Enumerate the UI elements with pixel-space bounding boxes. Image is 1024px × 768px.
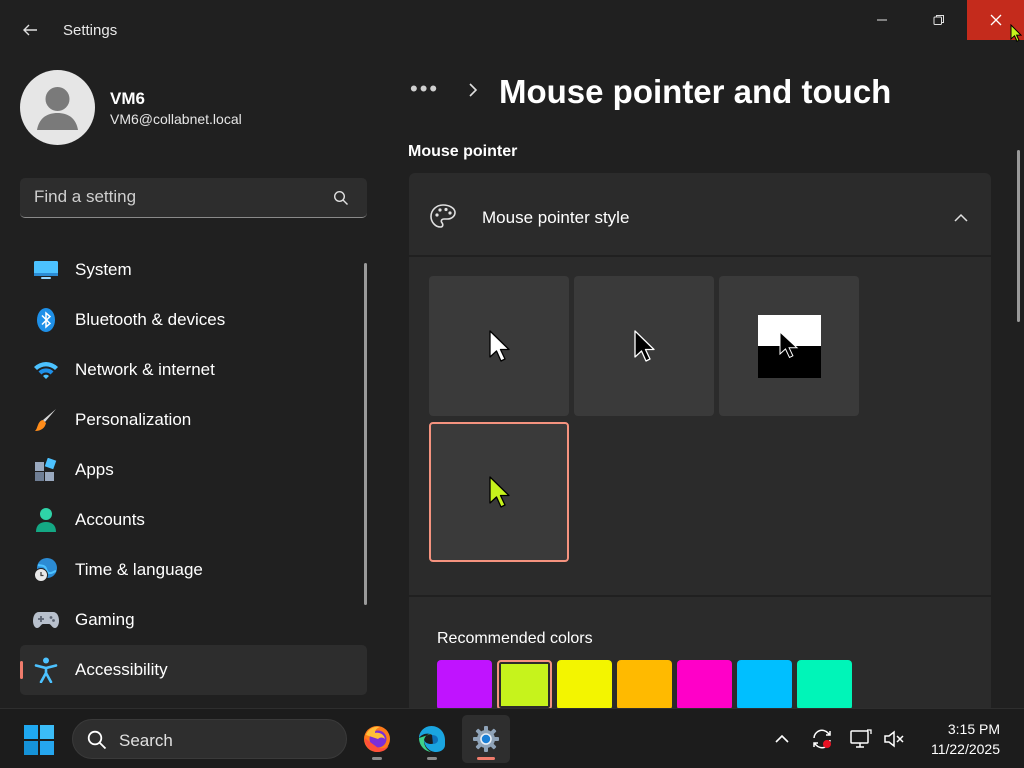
app-title: Settings	[63, 22, 118, 39]
search-icon	[87, 730, 107, 750]
breadcrumb-overflow-button[interactable]: •••	[410, 76, 439, 102]
black-pointer-icon	[634, 330, 655, 362]
taskbar-app-settings[interactable]	[462, 715, 510, 763]
color-swatch-teal[interactable]	[797, 660, 852, 708]
tray-sync[interactable]	[810, 727, 834, 751]
show-hidden-icons-button[interactable]	[770, 727, 794, 751]
sidebar-item-label: Accessibility	[75, 660, 168, 679]
collapse-button[interactable]	[946, 203, 976, 233]
mouse-cursor-icon	[1010, 24, 1022, 42]
sidebar-item-personalization[interactable]: Personalization	[20, 395, 367, 445]
custom-color-pointer-icon	[489, 476, 510, 508]
chevron-right-icon	[469, 83, 478, 97]
globe-clock-icon	[33, 557, 59, 583]
sidebar-item-time-language[interactable]: Time & language	[20, 545, 367, 595]
sidebar-item-label: Accounts	[75, 510, 145, 529]
minimize-icon	[876, 19, 887, 21]
volume-muted-icon	[884, 730, 904, 748]
sidebar-item-bluetooth[interactable]: Bluetooth & devices	[20, 295, 367, 345]
bluetooth-icon	[33, 307, 59, 333]
sidebar-scrollbar[interactable]	[364, 263, 367, 605]
apps-icon	[33, 457, 59, 483]
restore-icon	[933, 15, 944, 25]
pointer-style-custom[interactable]	[429, 422, 569, 562]
color-swatch-yellow[interactable]	[557, 660, 612, 708]
chevron-up-icon	[954, 213, 968, 222]
card-title: Mouse pointer style	[482, 208, 630, 227]
sidebar-item-label: Time & language	[75, 560, 203, 579]
taskbar-app-edge[interactable]	[408, 715, 456, 763]
sidebar-item-system[interactable]: System	[20, 245, 367, 295]
sidebar-item-label: Gaming	[75, 610, 135, 629]
mouse-pointer-style-card: Mouse pointer style Recommended colors	[409, 173, 991, 708]
color-swatch-purple[interactable]	[437, 660, 492, 708]
content-scrollbar[interactable]	[1017, 150, 1020, 322]
back-button[interactable]	[14, 14, 46, 46]
color-swatch-lime[interactable]	[497, 660, 552, 708]
accessibility-icon	[33, 657, 59, 683]
color-swatch-pink[interactable]	[677, 660, 732, 708]
search-icon[interactable]	[333, 190, 349, 206]
settings-window: Settings VM6 VM6@collabnet.local System	[0, 0, 1024, 708]
mouse-pointer-style-header[interactable]: Mouse pointer style	[409, 173, 991, 257]
recommended-colors-label: Recommended colors	[437, 630, 593, 647]
sidebar-item-gaming[interactable]: Gaming	[20, 595, 367, 645]
section-heading: Mouse pointer	[408, 143, 518, 160]
close-icon	[990, 14, 1001, 26]
sidebar-item-accounts[interactable]: Accounts	[20, 495, 367, 545]
edge-icon	[419, 726, 445, 752]
clock-date[interactable]: 11/22/2025	[915, 741, 1000, 757]
settings-icon	[473, 726, 499, 752]
sidebar-item-apps[interactable]: Apps	[20, 445, 367, 495]
color-swatch-orange[interactable]	[617, 660, 672, 708]
clock-time[interactable]: 3:15 PM	[930, 721, 1000, 737]
gamepad-icon	[33, 607, 59, 633]
white-pointer-icon	[489, 330, 510, 362]
start-button[interactable]	[24, 725, 54, 760]
minimize-button[interactable]	[853, 0, 910, 40]
wifi-icon	[33, 357, 59, 383]
pointer-style-black[interactable]	[574, 276, 714, 416]
chevron-up-icon	[775, 734, 789, 743]
tray-volume[interactable]	[882, 727, 906, 751]
firefox-icon	[364, 726, 390, 752]
taskbar-search-label: Search	[119, 731, 173, 750]
find-setting-search	[20, 178, 367, 218]
taskbar: Search 3:15 PM 11/22/2025	[0, 708, 1024, 768]
taskbar-search[interactable]: Search	[72, 719, 347, 759]
color-swatch-blue[interactable]	[737, 660, 792, 708]
sidebar-item-label: Apps	[75, 460, 114, 479]
sidebar-item-label: Network & internet	[75, 360, 215, 379]
windows-logo-icon	[24, 725, 54, 755]
pointer-style-inverted[interactable]	[719, 276, 859, 416]
sidebar-nav: System Bluetooth & devices Network & int…	[20, 245, 367, 695]
sidebar-item-label: Bluetooth & devices	[75, 310, 226, 329]
sidebar-item-label: Personalization	[75, 410, 192, 429]
user-name: VM6	[110, 89, 145, 108]
system-icon	[33, 257, 59, 283]
user-email: VM6@collabnet.local	[110, 111, 242, 127]
restore-button[interactable]	[910, 0, 967, 40]
taskbar-app-firefox[interactable]	[353, 715, 401, 763]
accounts-icon	[33, 507, 59, 533]
sync-icon	[813, 729, 831, 749]
network-icon	[850, 729, 872, 748]
card-divider	[409, 595, 991, 597]
sidebar-item-label: System	[75, 260, 132, 279]
sidebar-item-network[interactable]: Network & internet	[20, 345, 367, 395]
sidebar-item-accessibility[interactable]: Accessibility	[20, 645, 367, 695]
back-arrow-icon	[23, 24, 37, 36]
page-title: Mouse pointer and touch	[499, 73, 892, 110]
tray-network[interactable]	[849, 727, 873, 751]
brush-icon	[33, 407, 59, 433]
user-avatar-icon	[37, 87, 78, 130]
pointer-style-white[interactable]	[429, 276, 569, 416]
avatar[interactable]	[20, 70, 95, 145]
inverted-pointer-icon	[757, 314, 821, 378]
search-input[interactable]	[34, 178, 324, 216]
title-bar: Settings	[0, 0, 1024, 40]
palette-icon	[430, 204, 456, 228]
